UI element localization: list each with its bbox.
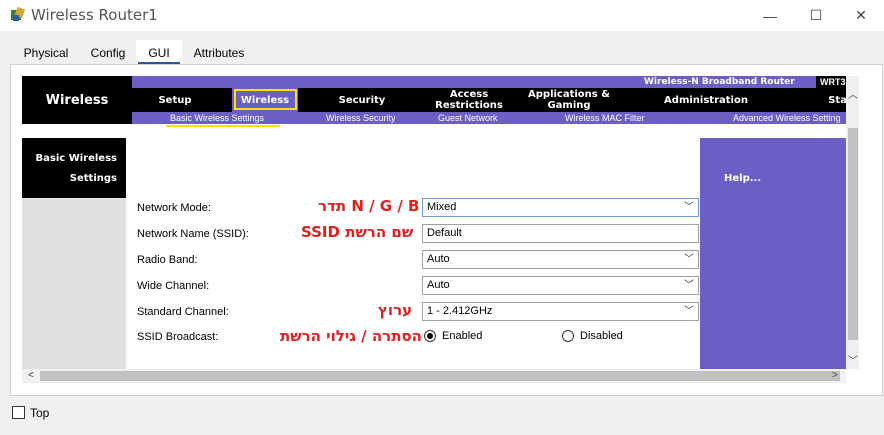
network-mode-value: Mixed [427, 201, 457, 213]
router-app-icon [11, 7, 26, 21]
radio-band-select[interactable]: Auto ﹀ [422, 250, 699, 269]
nav-setup[interactable]: Setup [142, 88, 208, 112]
standard-channel-value: 1 - 2.412GHz [427, 305, 493, 317]
radio-band-label: Radio Band: [137, 254, 198, 266]
standard-channel-select[interactable]: 1 - 2.412GHz ﹀ [422, 302, 699, 321]
minimize-button[interactable]: — [747, 0, 793, 31]
subnav-wireless-security[interactable]: Wireless Security [326, 112, 396, 124]
network-mode-select[interactable]: Mixed ﹀ [422, 198, 699, 217]
nav-access-restrictions[interactable]: Access Restrictions [427, 88, 511, 112]
tab-strip: Physical Config GUI Attributes [0, 40, 884, 66]
radio-selected-dot [427, 333, 433, 339]
subnav-wireless-mac-filter[interactable]: Wireless MAC Filter [565, 112, 645, 124]
network-name-label: Network Name (SSID): [137, 228, 249, 240]
top-checkbox[interactable] [12, 406, 25, 419]
wide-channel-select[interactable]: Auto ﹀ [422, 276, 699, 295]
vertical-scroll-thumb[interactable] [848, 128, 858, 340]
ssid-broadcast-label: SSID Broadcast: [137, 331, 219, 343]
tab-attributes[interactable]: Attributes [182, 40, 256, 66]
section-title: Basic Wireless Settings [22, 138, 126, 198]
section-title-line1: Basic Wireless [35, 153, 117, 164]
nav-applications-gaming[interactable]: Applications & Gaming [527, 88, 611, 112]
maximize-button[interactable]: ☐ [793, 0, 839, 31]
nav-security[interactable]: Security [322, 88, 402, 112]
router-product-name: Wireless-N Broadband Router [644, 77, 795, 87]
subnav-advanced-wireless-settings[interactable]: Advanced Wireless Setting [733, 112, 841, 124]
nav-wireless-highlight [234, 89, 297, 110]
chevron-down-icon: ﹀ [684, 202, 694, 213]
network-mode-label: Network Mode: [137, 202, 211, 214]
router-model: WRT3 [816, 76, 846, 88]
subnav-guest-network[interactable]: Guest Network [438, 112, 498, 124]
title-bar: Wireless Router1 — ☐ ✕ [0, 0, 884, 31]
wide-channel-value: Auto [427, 279, 450, 291]
ssid-broadcast-annotation: הסתרה / גילוי הרשת [280, 327, 422, 345]
scroll-down-icon[interactable]: ﹀ [848, 352, 858, 367]
subnav-selected-underline [166, 125, 280, 127]
tab-config[interactable]: Config [80, 40, 136, 66]
radio-band-value: Auto [427, 253, 450, 265]
ssid-broadcast-disabled-label: Disabled [580, 330, 623, 342]
top-checkbox-label: Top [30, 406, 50, 420]
router-window: Wireless Router1 — ☐ ✕ Physical Config G… [0, 0, 884, 435]
ssid-broadcast-disabled-radio[interactable] [562, 330, 574, 342]
network-mode-annotation: N / G / B תדר [318, 197, 420, 215]
scroll-right-icon[interactable]: > [832, 370, 838, 381]
ssid-broadcast-enabled-radio[interactable] [424, 330, 436, 342]
section-title-line2: Settings [69, 173, 117, 184]
router-web-page: Wireless Wireless-N Broadband Router WRT… [22, 76, 846, 369]
network-name-input[interactable]: Default [422, 224, 699, 243]
subnav-basic-wireless-settings[interactable]: Basic Wireless Settings [170, 112, 264, 124]
chevron-down-icon: ﹀ [684, 254, 694, 265]
chevron-down-icon: ﹀ [684, 280, 694, 291]
scroll-up-icon[interactable]: ︿ [848, 86, 858, 101]
network-name-annotation: שם הרשת SSID [301, 223, 414, 241]
section-sidebar [22, 198, 126, 369]
help-link[interactable]: Help... [724, 173, 761, 184]
tab-physical[interactable]: Physical [14, 40, 78, 66]
ssid-broadcast-enabled-label: Enabled [442, 330, 483, 342]
nav-administration[interactable]: Administration [658, 88, 754, 112]
help-panel [700, 138, 846, 369]
horizontal-scroll-thumb[interactable] [40, 371, 840, 381]
window-title: Wireless Router1 [31, 6, 158, 24]
standard-channel-annotation: ערוץ [378, 301, 413, 319]
nav-status[interactable]: Stat [820, 88, 846, 112]
router-brand: Wireless [45, 92, 109, 108]
chevron-down-icon: ﹀ [684, 306, 694, 317]
close-button[interactable]: ✕ [838, 0, 884, 31]
wide-channel-label: Wide Channel: [137, 280, 210, 292]
standard-channel-label: Standard Channel: [137, 306, 229, 318]
scroll-left-icon[interactable]: < [28, 370, 34, 381]
